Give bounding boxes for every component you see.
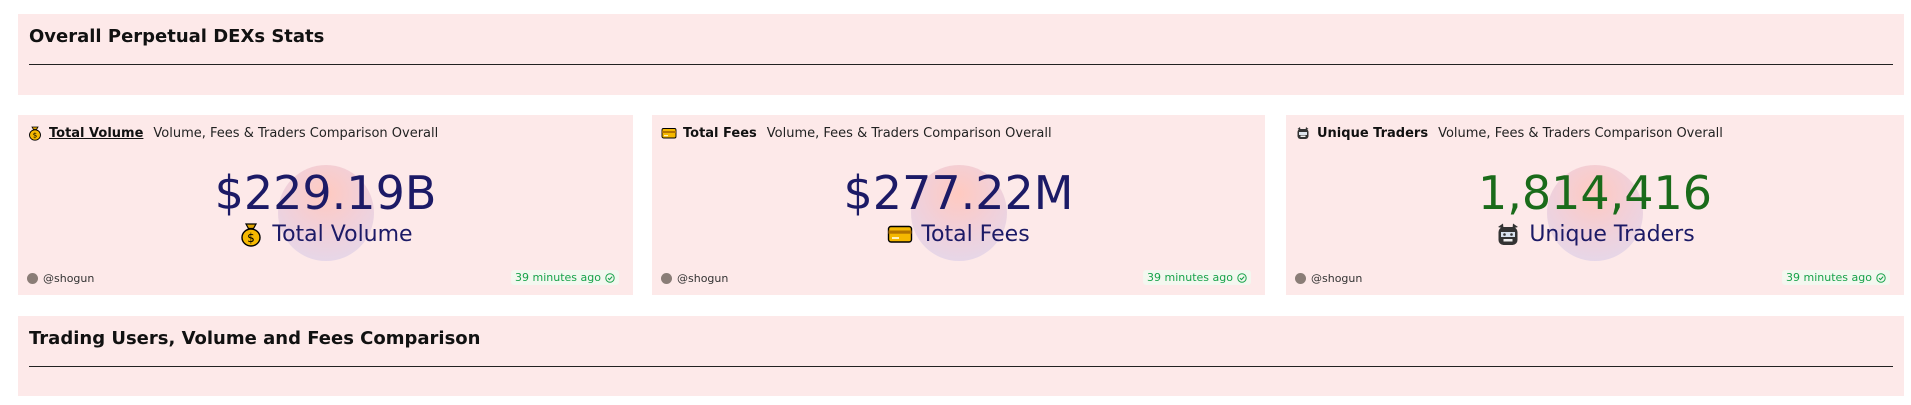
updated-status: 39 minutes ago — [1782, 270, 1890, 285]
svg-text:$: $ — [248, 231, 256, 245]
updated-status: 39 minutes ago — [511, 270, 619, 285]
total-fees-card: Total Fees Volume, Fees & Traders Compar… — [652, 115, 1265, 295]
updated-time: 39 minutes ago — [1786, 271, 1872, 284]
card-subtitle: Volume, Fees & Traders Comparison Overal… — [1438, 125, 1723, 141]
check-circle-icon — [1876, 272, 1886, 283]
card-counter: $277.22M Total Fees — [652, 165, 1265, 265]
avatar — [1295, 273, 1306, 284]
robot-face-icon — [1495, 221, 1521, 247]
unique-traders-card: Unique Traders Volume, Fees & Traders Co… — [1286, 115, 1904, 295]
check-circle-icon — [1237, 272, 1247, 283]
updated-time: 39 minutes ago — [1147, 271, 1233, 284]
card-title-link[interactable]: Total Volume — [49, 126, 143, 141]
counter-value: $229.19B — [214, 166, 437, 220]
counter-label-text: Unique Traders — [1529, 221, 1695, 247]
avatar — [27, 273, 38, 284]
card-author[interactable]: @shogun — [1295, 272, 1362, 285]
counter-label: Total Fees — [652, 221, 1265, 247]
author-handle[interactable]: @shogun — [677, 272, 728, 285]
check-circle-icon — [605, 272, 615, 283]
author-handle[interactable]: @shogun — [1311, 272, 1362, 285]
counter-label: $ Total Volume — [18, 221, 633, 247]
counter-value: 1,814,416 — [1477, 166, 1713, 220]
overall-stats-section: Overall Perpetual DEXs Stats — [18, 14, 1904, 95]
card-header: Total Fees Volume, Fees & Traders Compar… — [661, 124, 1052, 142]
section-divider — [29, 64, 1893, 65]
card-header: Unique Traders Volume, Fees & Traders Co… — [1295, 124, 1723, 142]
section-divider — [29, 366, 1893, 367]
counter-label-text: Total Fees — [921, 221, 1030, 247]
money-bag-icon: $ — [238, 221, 264, 247]
section-title: Overall Perpetual DEXs Stats — [29, 26, 325, 47]
card-author[interactable]: @shogun — [27, 272, 94, 285]
robot-face-icon — [1295, 125, 1311, 141]
card-counter: $229.19B $ Total Volume — [18, 165, 633, 265]
credit-card-icon — [661, 125, 677, 141]
avatar — [661, 273, 672, 284]
svg-text:$: $ — [33, 132, 37, 140]
updated-time: 39 minutes ago — [515, 271, 601, 284]
section-title: Trading Users, Volume and Fees Compariso… — [29, 328, 481, 349]
counter-label-text: Total Volume — [272, 221, 413, 247]
total-volume-card: $ Total Volume Volume, Fees & Traders Co… — [18, 115, 633, 295]
counter-label: Unique Traders — [1286, 221, 1904, 247]
money-bag-icon: $ — [27, 125, 43, 141]
counter-value: $277.22M — [843, 166, 1074, 220]
author-handle[interactable]: @shogun — [43, 272, 94, 285]
updated-status: 39 minutes ago — [1143, 270, 1251, 285]
card-subtitle: Volume, Fees & Traders Comparison Overal… — [766, 125, 1052, 141]
card-counter: 1,814,416 Unique Traders — [1286, 165, 1904, 265]
comparison-section: Trading Users, Volume and Fees Compariso… — [18, 316, 1904, 396]
card-title[interactable]: Total Fees — [683, 126, 757, 141]
card-author[interactable]: @shogun — [661, 272, 728, 285]
card-subtitle: Volume, Fees & Traders Comparison Overal… — [153, 125, 439, 141]
dashboard-page: Overall Perpetual DEXs Stats $ Total Vol… — [0, 0, 1911, 405]
credit-card-icon — [887, 221, 913, 247]
card-title[interactable]: Unique Traders — [1317, 126, 1428, 141]
card-header: $ Total Volume Volume, Fees & Traders Co… — [27, 124, 438, 142]
